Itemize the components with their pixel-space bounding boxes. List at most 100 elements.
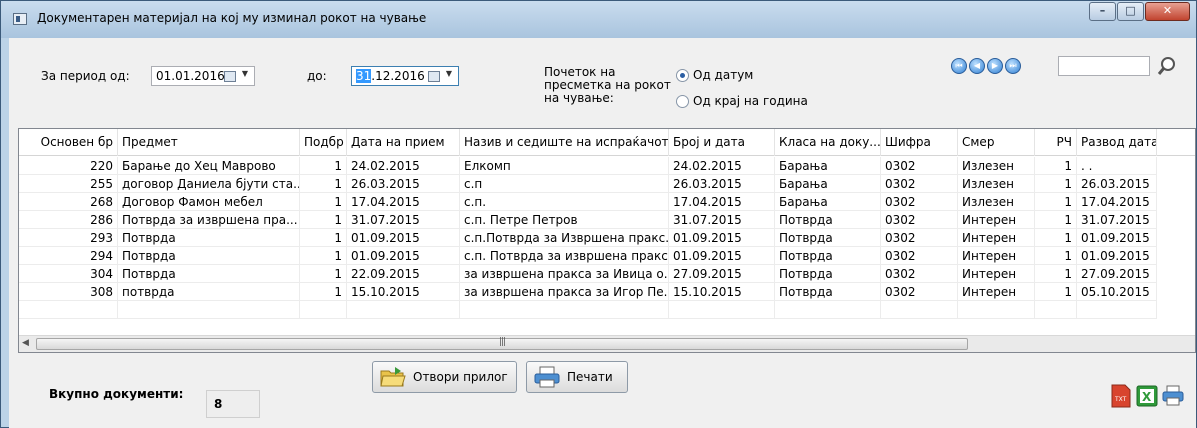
table-cell: 26.03.2015 — [1077, 175, 1157, 193]
date-to-field[interactable]: 31.12.2016 ▼ — [351, 66, 459, 86]
table-row[interactable]: 255 договор Даниела бјути ста... 1 26.03.20… — [19, 175, 1195, 193]
column-header[interactable]: Подбр — [300, 129, 347, 156]
date-from-value: 01.01.2016 — [156, 69, 225, 83]
table-cell: 15.10.2015 — [347, 283, 460, 301]
excel-export-icon[interactable]: X — [1136, 384, 1158, 408]
open-attachment-button[interactable]: Отвори прилог — [372, 361, 517, 393]
client-area: За период од: 01.01.2016 ▼ до: 31.12.201… — [9, 38, 1196, 428]
column-header[interactable]: Назив и седиште на испраќачот — [460, 129, 669, 156]
table-cell: Излезен — [958, 175, 1035, 193]
chevron-down-icon[interactable]: ▼ — [446, 69, 452, 78]
table-cell: 294 — [19, 247, 118, 265]
table-row[interactable]: 308 потврда 1 15.10.2015 за извршена пракса … — [19, 283, 1195, 301]
radio-button-selected[interactable] — [676, 68, 689, 82]
table-cell: 0302 — [881, 247, 958, 265]
table-cell: 0302 — [881, 175, 958, 193]
table-cell: Потврда — [775, 211, 881, 229]
table-cell: 308 — [19, 283, 118, 301]
table-row[interactable]: 293 Потврда 1 01.09.2015 с.п.Потврда за Извр… — [19, 229, 1195, 247]
table-row[interactable]: 268 Договор Фамон мебел 1 17.04.2015 с.п. 17.… — [19, 193, 1195, 211]
table-cell: 1 — [1035, 157, 1077, 175]
next-icon[interactable]: ▶ — [987, 58, 1003, 74]
table-row[interactable]: 286 Потврда за извршена пра... 1 31.07.2015… — [19, 211, 1195, 229]
horizontal-scrollbar[interactable]: ◀ ||| — [19, 335, 1195, 352]
radio-button[interactable] — [676, 94, 689, 108]
calc-start-label-line3: на чување: — [544, 91, 614, 105]
table-cell: договор Даниела бјути ста... — [118, 175, 300, 193]
table-cell — [669, 301, 775, 319]
txt-export-icon[interactable]: TXT — [1110, 384, 1132, 408]
maximize-icon: □ — [1125, 4, 1136, 17]
maximize-button[interactable]: □ — [1117, 2, 1144, 21]
scroll-left-icon[interactable]: ◀ — [22, 338, 29, 348]
table-cell: 26.03.2015 — [669, 175, 775, 193]
table-row-empty — [19, 301, 1195, 319]
table-cell: 0302 — [881, 283, 958, 301]
table-cell: 1 — [1035, 283, 1077, 301]
printer-icon[interactable] — [1162, 384, 1184, 408]
column-header[interactable]: Развод дата — [1077, 129, 1157, 156]
table-row[interactable]: 294 Потврда 1 01.09.2015 с.п. Потврда за изв… — [19, 247, 1195, 265]
table-cell: 24.02.2015 — [347, 157, 460, 175]
table-cell: 293 — [19, 229, 118, 247]
table-cell: Барања — [775, 193, 881, 211]
table-cell — [19, 301, 118, 319]
table-cell: 1 — [1035, 247, 1077, 265]
table-cell: за извршена пракса за Игор Пе... — [460, 283, 669, 301]
column-header[interactable]: Основен бр — [19, 129, 118, 156]
print-button[interactable]: Печати — [526, 361, 628, 393]
table-cell: Излезен — [958, 157, 1035, 175]
table-cell: 15.10.2015 — [669, 283, 775, 301]
chevron-down-icon[interactable]: ▼ — [242, 69, 248, 78]
prev-icon[interactable]: ◀ — [969, 58, 985, 74]
search-icon[interactable] — [1156, 55, 1178, 77]
table-cell: Интерен — [958, 211, 1035, 229]
table-cell: 17.04.2015 — [347, 193, 460, 211]
table-cell: Интерен — [958, 283, 1035, 301]
scrollbar-thumb[interactable]: ||| — [36, 337, 968, 350]
date-from-field[interactable]: 01.01.2016 ▼ — [151, 66, 255, 86]
column-header[interactable]: РЧ — [1035, 129, 1077, 156]
table-cell — [881, 301, 958, 319]
table-cell: с.п — [460, 175, 669, 193]
column-header[interactable]: Смер — [958, 129, 1035, 156]
total-documents-label: Вкупно документи: — [49, 387, 184, 401]
grip-icon: ||| — [498, 337, 506, 347]
column-header[interactable]: Број и дата — [669, 129, 775, 156]
table-cell: Излезен — [958, 193, 1035, 211]
table-cell: 1 — [1035, 265, 1077, 283]
table-cell: 31.07.2015 — [669, 211, 775, 229]
table-row[interactable]: 304 Потврда 1 22.09.2015 за извршена пракса … — [19, 265, 1195, 283]
table-cell — [775, 301, 881, 319]
column-header[interactable]: Предмет — [118, 129, 300, 156]
first-icon[interactable]: ⏮ — [951, 58, 967, 74]
table-cell: 1 — [300, 247, 347, 265]
close-button[interactable]: ✕ — [1145, 2, 1190, 21]
title-bar[interactable]: Документарен материјал на кој му изминал… — [1, 1, 1196, 38]
table-cell: с.п. Петре Петров — [460, 211, 669, 229]
table-cell: Потврда — [775, 283, 881, 301]
table-cell: Барања — [775, 175, 881, 193]
last-icon[interactable]: ⏭ — [1005, 58, 1021, 74]
radio-from-date[interactable]: Од датум — [676, 68, 753, 82]
table-cell: Интерен — [958, 247, 1035, 265]
svg-text:X: X — [1142, 390, 1152, 404]
search-input[interactable] — [1058, 56, 1150, 76]
minimize-button[interactable]: – — [1089, 2, 1116, 21]
table-cell: 22.09.2015 — [347, 265, 460, 283]
calendar-icon[interactable] — [224, 71, 236, 82]
column-header[interactable]: Класа на доку... — [775, 129, 881, 156]
calendar-icon[interactable] — [428, 71, 440, 82]
table-cell — [1035, 301, 1077, 319]
column-header[interactable]: Дата на прием — [347, 129, 460, 156]
radio-from-year-end[interactable]: Од крај на година — [676, 94, 808, 108]
table-cell: 0302 — [881, 193, 958, 211]
table-cell: 304 — [19, 265, 118, 283]
column-header[interactable]: Шифра — [881, 129, 958, 156]
close-icon: ✕ — [1162, 4, 1173, 17]
table-cell: 27.09.2015 — [669, 265, 775, 283]
table-cell: с.п.Потврда за Извршена пракс... — [460, 229, 669, 247]
table-row[interactable]: 220 Барање до Хец Маврово 1 24.02.2015 Елком… — [19, 157, 1195, 175]
table-cell: 31.07.2015 — [347, 211, 460, 229]
table-cell: 01.09.2015 — [669, 247, 775, 265]
